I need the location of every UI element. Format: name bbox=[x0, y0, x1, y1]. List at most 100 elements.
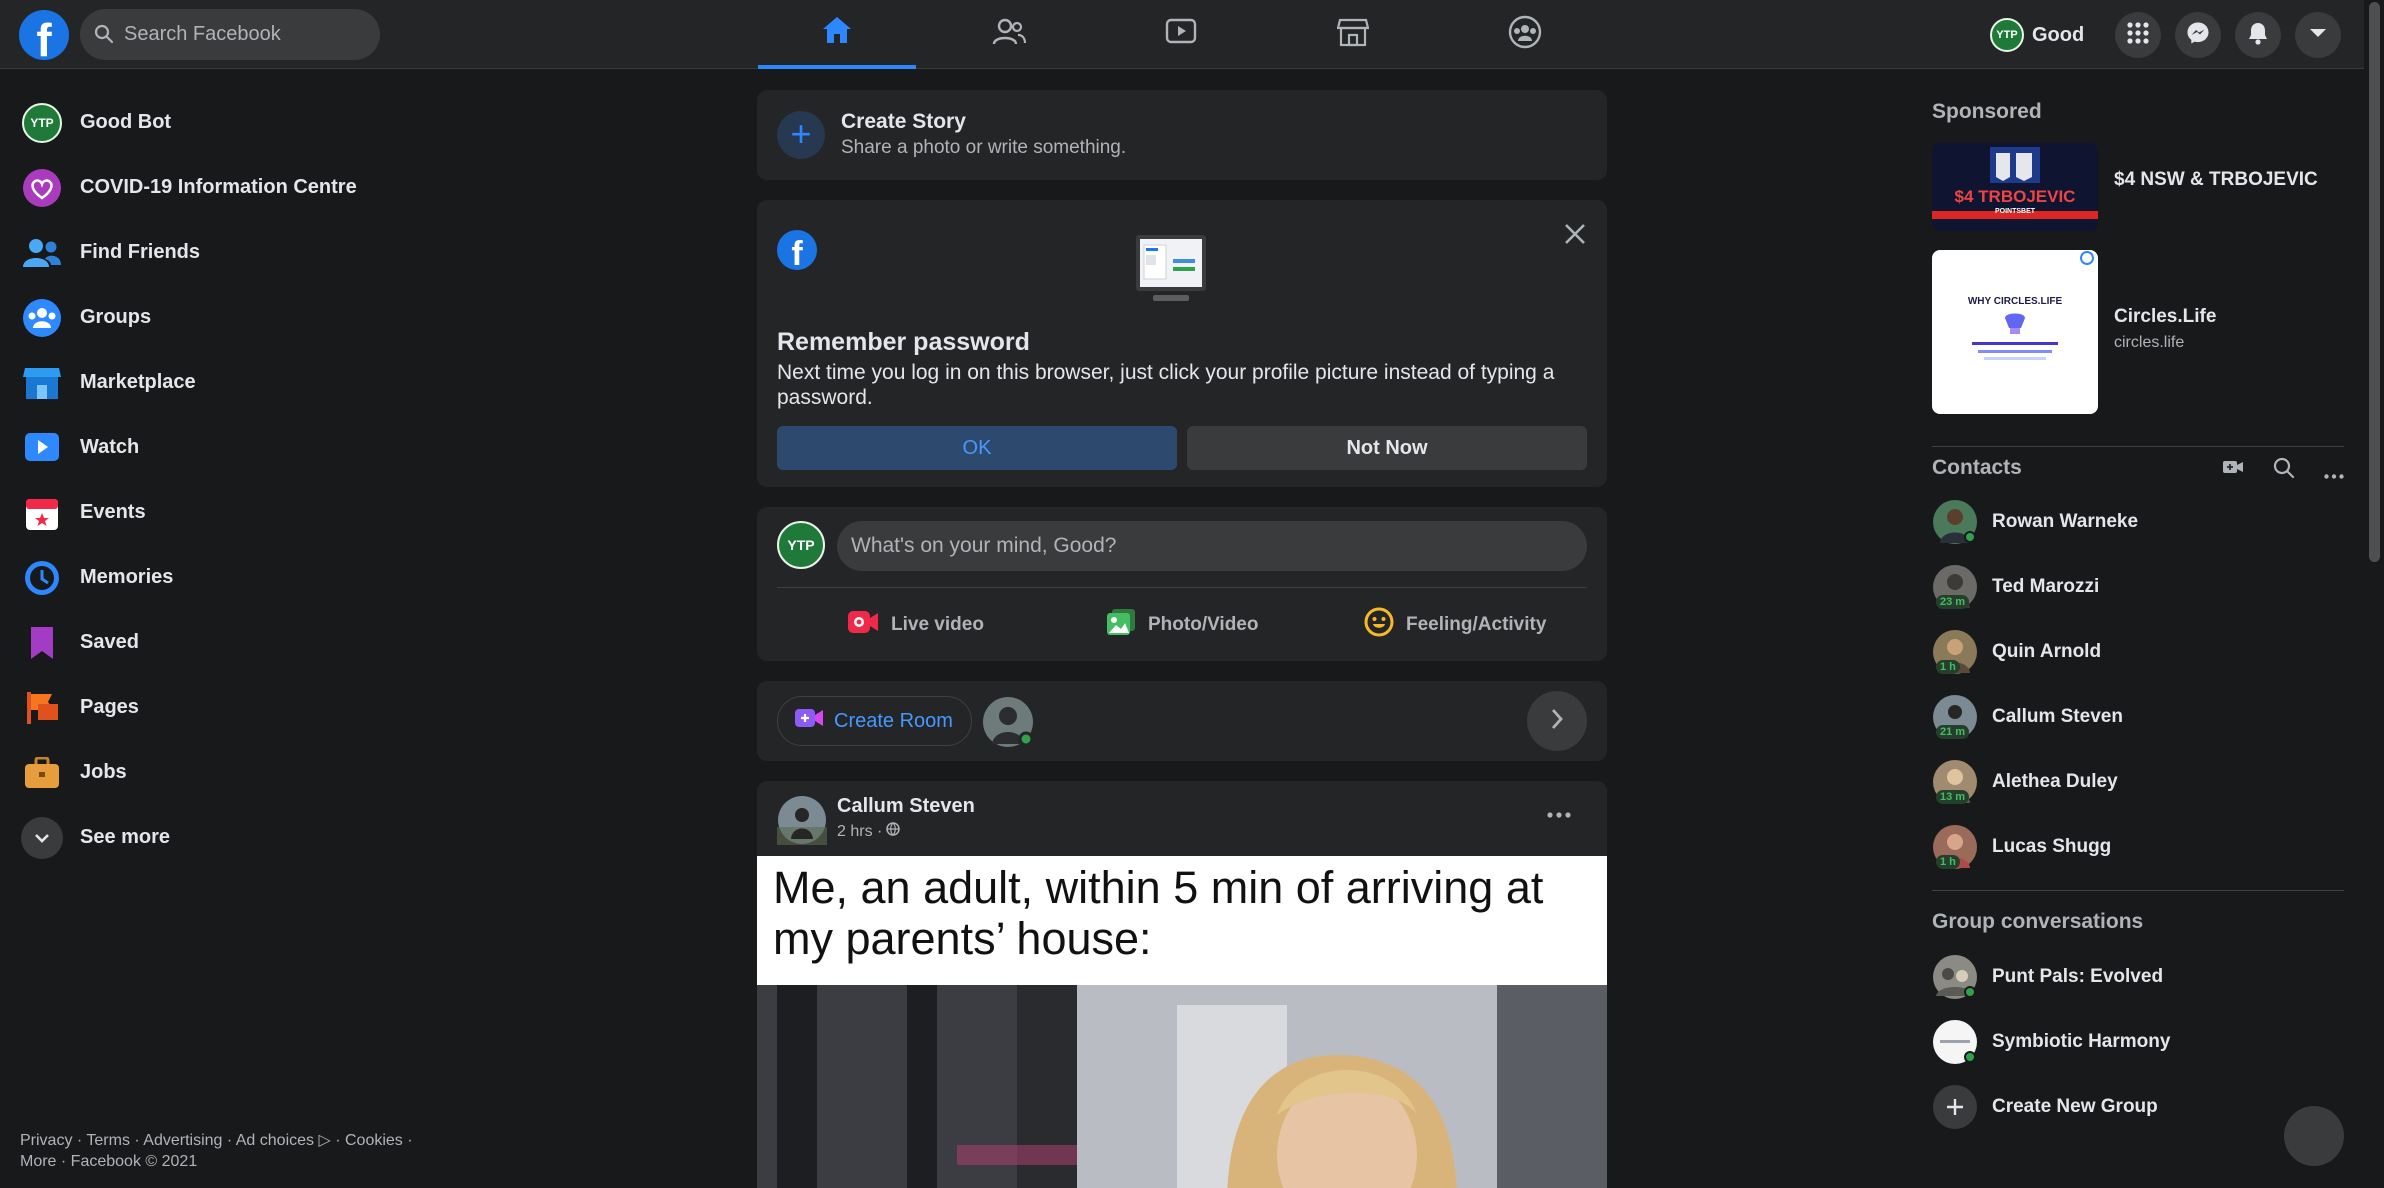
sponsored-ad[interactable]: WHY CIRCLES.LIFE Circles.Life circles.li… bbox=[1932, 250, 2216, 414]
ad-image-text: $4 TRBOJEVIC bbox=[1954, 187, 2076, 206]
sidebar-item-covid[interactable]: COVID-19 Information Centre bbox=[0, 155, 420, 220]
group-conversation-item[interactable]: Symbiotic Harmony bbox=[1932, 1009, 2344, 1074]
sidebar-item-memories[interactable]: Memories bbox=[0, 545, 420, 610]
messenger-icon bbox=[2186, 21, 2210, 50]
sidebar-item-events[interactable]: Events bbox=[0, 480, 420, 545]
online-indicator bbox=[1964, 1050, 1976, 1063]
post-photo bbox=[757, 985, 1607, 1188]
tab-watch[interactable] bbox=[1102, 0, 1260, 69]
sidebar-item-profile[interactable]: YTP Good Bot bbox=[0, 90, 420, 155]
tab-home[interactable] bbox=[758, 0, 916, 69]
room-contact-avatar[interactable] bbox=[982, 696, 1034, 753]
feeling-activity-button[interactable]: Feeling/Activity bbox=[1364, 603, 1546, 647]
group-conversation-item[interactable]: Punt Pals: Evolved bbox=[1932, 944, 2344, 1009]
sidebar-item-label: Find Friends bbox=[80, 241, 200, 263]
notifications-button[interactable] bbox=[2235, 12, 2281, 58]
avatar: 23 m bbox=[1932, 564, 1978, 610]
contacts-heading: Contacts bbox=[1932, 456, 2022, 479]
close-button[interactable] bbox=[1557, 218, 1593, 254]
create-room-button[interactable]: Create Room bbox=[777, 696, 972, 746]
group-conversations-heading: Group conversations bbox=[1932, 910, 2144, 933]
contact-item[interactable]: 1 h Quin Arnold bbox=[1932, 619, 2344, 684]
post-time[interactable]: 2 hrs · bbox=[837, 823, 882, 841]
profile-chip[interactable]: YTP Good bbox=[1990, 13, 2094, 57]
photo-video-label: Photo/Video bbox=[1148, 614, 1259, 635]
search-contacts-button[interactable] bbox=[2273, 457, 2295, 484]
divider bbox=[1932, 446, 2344, 447]
tab-marketplace[interactable] bbox=[1274, 0, 1432, 69]
contact-name: Rowan Warneke bbox=[1992, 510, 2139, 532]
flag-icon bbox=[20, 686, 64, 730]
contact-item[interactable]: 23 m Ted Marozzi bbox=[1932, 554, 2344, 619]
tab-friends[interactable] bbox=[930, 0, 1088, 69]
footer-line[interactable]: Privacy · Terms · Advertising · Ad choic… bbox=[20, 1130, 440, 1151]
close-icon bbox=[1564, 223, 1586, 250]
sponsored-ad[interactable]: $4 TRBOJEVIC POINTSBET $4 NSW & TRBOJEVI… bbox=[1932, 143, 2318, 231]
profile-avatar: YTP bbox=[22, 102, 62, 143]
ad-image-sub: POINTSBET bbox=[1994, 208, 2036, 215]
contact-item[interactable]: 13 m Alethea Duley bbox=[1932, 749, 2344, 814]
search-input[interactable] bbox=[124, 9, 364, 60]
sidebar-item-jobs[interactable]: Jobs bbox=[0, 740, 420, 805]
footer-line[interactable]: More · Facebook © 2021 bbox=[20, 1151, 440, 1172]
avatar: 21 m bbox=[1932, 694, 1978, 740]
divider bbox=[777, 587, 1587, 588]
group-name: Symbiotic Harmony bbox=[1992, 1030, 2171, 1052]
more-icon bbox=[2324, 466, 2344, 483]
new-message-button[interactable] bbox=[2284, 1106, 2344, 1166]
contact-name: Ted Marozzi bbox=[1992, 575, 2100, 597]
sidebar-item-marketplace[interactable]: Marketplace bbox=[0, 350, 420, 415]
tab-groups[interactable] bbox=[1446, 0, 1604, 69]
avatar[interactable] bbox=[777, 795, 827, 850]
next-button[interactable] bbox=[1527, 691, 1587, 751]
photo-video-button[interactable]: Photo/Video bbox=[1106, 603, 1258, 647]
ad-image: WHY CIRCLES.LIFE bbox=[1932, 250, 2098, 414]
more-icon bbox=[1547, 805, 1571, 822]
scrollbar-thumb[interactable] bbox=[2369, 2, 2380, 562]
live-video-icon bbox=[847, 610, 879, 640]
profile-avatar[interactable]: YTP bbox=[777, 521, 825, 569]
sponsored-heading: Sponsored bbox=[1932, 100, 2042, 123]
ad-image: $4 TRBOJEVIC POINTSBET bbox=[1932, 143, 2098, 231]
marketplace-icon bbox=[20, 361, 64, 405]
footer-links[interactable]: Privacy · Terms · Advertising · Ad choic… bbox=[20, 1130, 440, 1172]
plus-icon: + bbox=[777, 111, 825, 159]
not-now-button[interactable]: Not Now bbox=[1187, 426, 1587, 470]
sidebar-item-saved[interactable]: Saved bbox=[0, 610, 420, 675]
messenger-button[interactable] bbox=[2175, 12, 2221, 58]
globe-icon bbox=[886, 822, 901, 841]
create-new-group-button[interactable]: Create New Group bbox=[1932, 1074, 2344, 1139]
watch-icon bbox=[1165, 18, 1197, 51]
menu-button[interactable] bbox=[2115, 12, 2161, 58]
post-author[interactable]: Callum Steven bbox=[837, 795, 975, 818]
avatar bbox=[1932, 1019, 1978, 1065]
facebook-logo[interactable]: f bbox=[19, 10, 69, 60]
contact-item[interactable]: 21 m Callum Steven bbox=[1932, 684, 2344, 749]
chevron-right-icon bbox=[1550, 708, 1564, 735]
contact-item[interactable]: 1 h Lucas Shugg bbox=[1932, 814, 2344, 879]
login-illustration-icon bbox=[1131, 235, 1211, 320]
whats-on-your-mind-input[interactable]: What's on your mind, Good? bbox=[837, 521, 1587, 571]
contacts-options-button[interactable] bbox=[2324, 466, 2344, 484]
post-options-button[interactable] bbox=[1547, 805, 1571, 823]
sidebar-item-groups[interactable]: Groups bbox=[0, 285, 420, 350]
create-story-card[interactable]: + Create Story Share a photo or write so… bbox=[757, 90, 1607, 180]
sidebar-item-watch[interactable]: Watch bbox=[0, 415, 420, 480]
contact-name: Lucas Shugg bbox=[1992, 835, 2112, 857]
sidebar-item-label: Jobs bbox=[80, 761, 127, 783]
ok-button[interactable]: OK bbox=[777, 426, 1177, 470]
photo-video-icon bbox=[1106, 608, 1136, 642]
calendar-icon bbox=[20, 491, 64, 535]
scrollbar[interactable] bbox=[2364, 0, 2384, 1188]
sidebar-item-pages[interactable]: Pages bbox=[0, 675, 420, 740]
new-room-button[interactable] bbox=[2222, 458, 2244, 481]
post-image[interactable]: Me, an adult, within 5 min of arriving a… bbox=[757, 856, 1607, 1188]
contact-item[interactable]: Rowan Warneke bbox=[1932, 489, 2344, 554]
last-active-badge: 21 m bbox=[1936, 724, 1970, 739]
sidebar-item-find-friends[interactable]: Find Friends bbox=[0, 220, 420, 285]
avatar: 13 m bbox=[1932, 759, 1978, 805]
sidebar-item-see-more[interactable]: See more bbox=[0, 805, 420, 870]
search-box[interactable] bbox=[80, 9, 380, 60]
live-video-button[interactable]: Live video bbox=[847, 603, 984, 647]
account-button[interactable] bbox=[2295, 12, 2341, 58]
